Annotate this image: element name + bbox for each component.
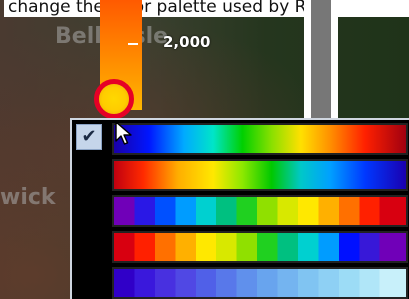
palette-picker-handle[interactable]	[94, 79, 134, 119]
caption-text: change the color palette used by Righ	[4, 0, 409, 17]
mouse-pointer-icon	[115, 121, 132, 145]
map-label-wick: wick	[0, 185, 56, 210]
palette-option-5[interactable]	[112, 267, 408, 299]
color-bar-tick-label: 2,000	[163, 33, 211, 51]
selected-palette-check-icon: ✔	[76, 124, 102, 150]
palette-option-3[interactable]	[112, 195, 408, 227]
color-bar-tick	[128, 43, 138, 45]
palette-option-2[interactable]	[112, 159, 408, 191]
vertical-scale-bar	[304, 0, 338, 128]
palette-option-4[interactable]	[112, 231, 408, 263]
scale-bar-fill	[311, 0, 331, 128]
palette-option-1[interactable]	[112, 123, 408, 155]
